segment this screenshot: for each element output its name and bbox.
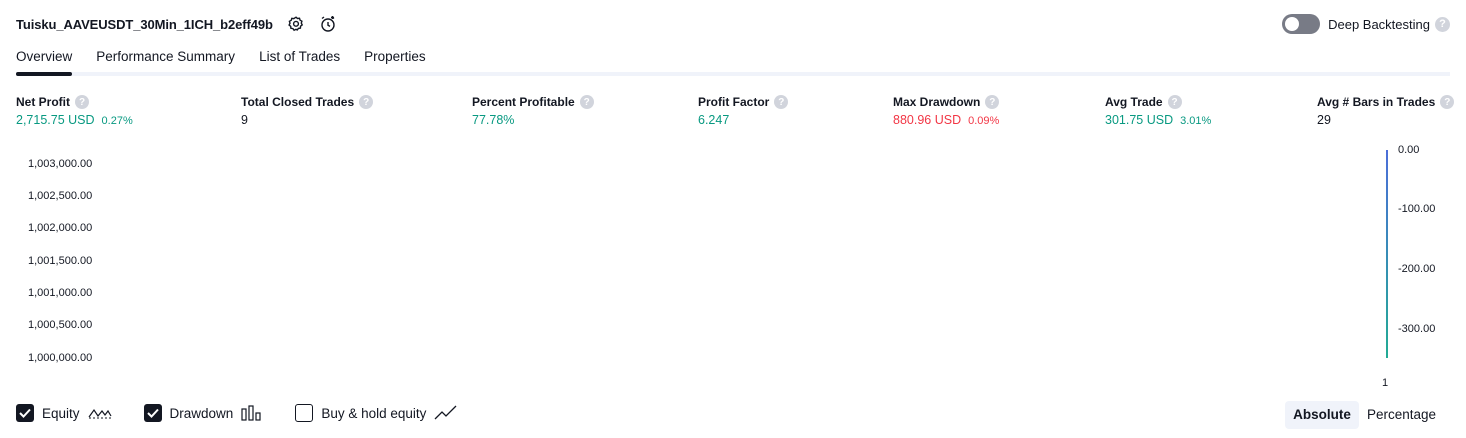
total-closed-trades-label: Total Closed Trades [241, 95, 355, 109]
view-mode-switch: Absolute Percentage [1285, 401, 1444, 429]
help-icon[interactable]: ? [985, 95, 1000, 109]
max-drawdown-value: 880.96 USD [893, 113, 962, 127]
net-profit-pct: 0.27% [101, 115, 133, 127]
metric-value: 2,715.75 USD 0.27% [16, 113, 133, 127]
drawdown-bars-icon [241, 405, 263, 421]
profit-factor-value: 6.247 [698, 113, 730, 127]
metric-value: 77.78% [472, 113, 594, 127]
equity-checkbox[interactable]: Equity [16, 404, 112, 422]
metric-label: Net Profit? [16, 94, 133, 110]
help-icon[interactable]: ? [579, 95, 594, 109]
drawdown-bar[interactable] [1386, 150, 1388, 358]
left-axis-tick: 1,003,000.00 [28, 158, 93, 170]
buy-hold-checkbox[interactable]: Buy & hold equity [295, 404, 458, 422]
metric-label: Total Closed Trades? [241, 94, 374, 110]
left-axis-tick: 1,002,500.00 [28, 190, 93, 202]
net-profit-label: Net Profit [16, 95, 70, 109]
metric-avg-bars: Avg # Bars in Trades? 29 [1317, 94, 1455, 127]
checkbox-checked-icon[interactable] [16, 404, 34, 422]
right-axis-tick: -200.00 [1398, 263, 1436, 275]
help-icon[interactable]: ? [1440, 95, 1455, 109]
metric-label: Percent Profitable? [472, 94, 594, 110]
help-icon[interactable]: ? [75, 95, 89, 109]
percentage-button[interactable]: Percentage [1359, 401, 1444, 429]
metric-total-closed-trades: Total Closed Trades? 9 [241, 94, 374, 127]
total-closed-trades-value: 9 [241, 113, 248, 127]
drawdown-label: Drawdown [169, 405, 234, 421]
equity-label: Equity [42, 405, 80, 421]
drawdown-checkbox[interactable]: Drawdown [143, 404, 264, 422]
help-icon[interactable]: ? [774, 95, 789, 109]
avg-trade-pct: 3.01% [1180, 115, 1212, 127]
tab-bar: Overview Performance Summary List of Tra… [16, 46, 1450, 76]
x-axis-tick: 1 [1382, 377, 1389, 389]
left-axis-tick: 1,001,500.00 [28, 255, 93, 267]
percent-profitable-label: Percent Profitable [472, 95, 575, 109]
metric-value: 880.96 USD 0.09% [893, 113, 999, 127]
help-icon[interactable]: ? [359, 95, 374, 109]
right-axis-tick: -300.00 [1398, 323, 1436, 335]
buy-hold-line-icon [434, 405, 458, 421]
left-axis-tick: 1,000,500.00 [28, 319, 93, 331]
left-axis-tick: 1,002,000.00 [28, 222, 93, 234]
buy-hold-label: Buy & hold equity [321, 405, 427, 421]
deep-backtesting-toggle[interactable] [1282, 14, 1321, 34]
avg-bars-value: 29 [1317, 113, 1331, 127]
tab-properties[interactable]: Properties [364, 46, 426, 72]
avg-trade-value: 301.75 USD [1105, 113, 1174, 127]
checkbox-checked-icon[interactable] [143, 404, 162, 422]
metric-profit-factor: Profit Factor? 6.247 [698, 94, 789, 127]
deep-backtesting: Deep Backtesting ? [1282, 12, 1450, 36]
right-axis-tick: -100.00 [1398, 203, 1436, 215]
metric-avg-trade: Avg Trade? 301.75 USD 3.01% [1105, 94, 1211, 127]
metric-percent-profitable: Percent Profitable? 77.78% [472, 94, 594, 127]
equity-line-icon [88, 405, 112, 421]
left-axis-tick: 1,000,000.00 [28, 352, 93, 364]
metric-label: Avg # Bars in Trades? [1317, 94, 1455, 110]
metric-value: 29 [1317, 113, 1454, 127]
max-drawdown-pct: 0.09% [968, 115, 1000, 127]
metric-net-profit: Net Profit? 2,715.75 USD 0.27% [16, 94, 133, 127]
chart-legend: Equity Drawdown Buy & hold equity [16, 404, 490, 422]
metric-value: 9 [241, 113, 373, 127]
settings-gear-icon[interactable] [285, 13, 307, 35]
help-icon[interactable]: ? [1167, 95, 1182, 109]
net-profit-value: 2,715.75 USD [16, 113, 95, 127]
tab-overview[interactable]: Overview [16, 46, 73, 76]
checkbox-unchecked-icon[interactable] [295, 404, 314, 422]
metric-value: 6.247 [698, 113, 788, 127]
max-drawdown-label: Max Drawdown [893, 95, 981, 109]
deep-backtesting-label: Deep Backtesting [1328, 16, 1430, 32]
tab-list-of-trades[interactable]: List of Trades [259, 46, 340, 72]
profit-factor-label: Profit Factor [698, 95, 770, 109]
metric-label: Avg Trade? [1105, 94, 1211, 110]
right-axis-tick: 0.00 [1398, 144, 1420, 156]
absolute-button[interactable]: Absolute [1285, 401, 1359, 429]
toggle-knob [1285, 17, 1300, 31]
strategy-name: Tuisku_AAVEUSDT_30Min_1ICH_b2eff49b [16, 16, 273, 32]
help-icon[interactable]: ? [1435, 16, 1450, 32]
metric-value: 301.75 USD 3.01% [1105, 113, 1211, 127]
percent-profitable-value: 77.78% [472, 113, 515, 127]
metric-label: Max Drawdown? [893, 94, 1000, 110]
metric-label: Profit Factor? [698, 94, 789, 110]
strategy-header: Tuisku_AAVEUSDT_30Min_1ICH_b2eff49b [16, 12, 339, 36]
left-axis-tick: 1,001,000.00 [28, 287, 93, 299]
add-alert-icon[interactable] [317, 13, 339, 35]
tab-performance-summary[interactable]: Performance Summary [96, 46, 235, 72]
avg-bars-label: Avg # Bars in Trades [1317, 95, 1436, 109]
avg-trade-label: Avg Trade [1105, 95, 1163, 109]
metric-max-drawdown: Max Drawdown? 880.96 USD 0.09% [893, 94, 1000, 127]
